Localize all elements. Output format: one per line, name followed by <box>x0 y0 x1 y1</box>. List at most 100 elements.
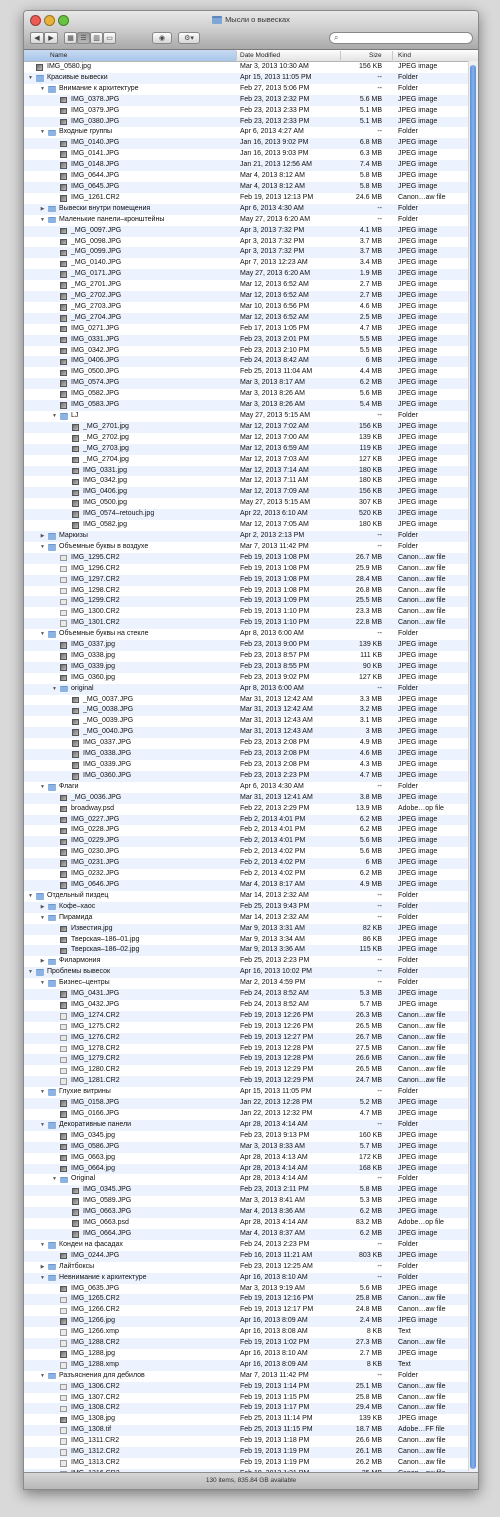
file-row[interactable]: IMG_0664.jpg Apr 28, 2013 4:14 AM 168 KB JP… <box>24 1163 478 1175</box>
file-row[interactable]: _MG_2702.JPG Mar 12, 2013 6:52 AM 2.7 MB JP… <box>24 291 478 302</box>
file-row[interactable]: IMG_0229.JPG Feb 2, 2013 4:01 PM 5.6 MB JPE… <box>24 836 478 848</box>
file-row[interactable]: IMG_1308.jpg Feb 25, 2013 11:14 PM 139 KB J… <box>24 1414 478 1425</box>
folder-row[interactable]: ▶ Кофе–хаос Feb 25, 2013 9:43 PM -- Folder <box>24 901 478 913</box>
file-row[interactable]: IMG_1276.CR2 Feb 19, 2013 12:27 PM 26.7 MB… <box>24 1032 478 1044</box>
file-row[interactable]: IMG_0664.JPG Mar 4, 2013 8:37 AM 6.2 MB JPE… <box>24 1228 478 1240</box>
file-row[interactable]: IMG_0582.jpg Mar 12, 2013 7:05 AM 180 KB JP… <box>24 520 478 531</box>
file-row[interactable]: IMG_1275.CR2 Feb 19, 2013 12:26 PM 26.5 MB… <box>24 1022 478 1033</box>
file-row[interactable]: IMG_0663.JPG Mar 4, 2013 8:36 AM 6.2 MB JPE… <box>24 1207 478 1219</box>
file-row[interactable]: IMG_0380.JPG Feb 23, 2013 2:33 PM 5.1 MB JP… <box>24 116 478 128</box>
file-row[interactable]: _MG_0099.JPG Apr 3, 2013 7:32 PM 3.7 MB JPE… <box>24 247 478 259</box>
folder-row[interactable]: ▼ Original Apr 28, 2013 4:14 AM -- Folder <box>24 1174 478 1185</box>
file-row[interactable]: IMG_1307.CR2 Feb 19, 2013 1:15 PM 25.8 MB C… <box>24 1393 478 1404</box>
file-row[interactable]: IMG_0140.JPG Jan 16, 2013 9:02 PM 6.8 MB JP… <box>24 138 478 150</box>
disclosure-open-icon[interactable]: ▼ <box>39 215 46 226</box>
file-row[interactable]: IMG_0635.JPG Mar 3, 2013 9:19 AM 5.6 MB JPE… <box>24 1284 478 1295</box>
folder-row[interactable]: ▼ Глухие витрины Apr 15, 2013 11:05 PM -- Fo… <box>24 1087 478 1098</box>
file-row[interactable]: IMG_0331.JPG Feb 23, 2013 2:01 PM 5.5 MB JP… <box>24 334 478 346</box>
disclosure-open-icon[interactable]: ▼ <box>39 978 46 989</box>
file-row[interactable]: IMG_0360.jpg Feb 23, 2013 9:02 PM 127 KB JP… <box>24 673 478 684</box>
file-row[interactable]: IMG_1279.CR2 Feb 19, 2013 12:28 PM 26.6 MB… <box>24 1054 478 1066</box>
folder-row[interactable]: ▶ Маркизы Apr 2, 2013 2:13 PM -- Folder <box>24 530 478 542</box>
file-row[interactable]: IMG_0646.JPG Mar 4, 2013 8:17 AM 4.9 MB JPE… <box>24 879 478 891</box>
zoom-button[interactable] <box>58 15 69 26</box>
column-kind-header[interactable]: Kind <box>398 51 411 60</box>
scrollbar-thumb[interactable] <box>470 65 476 1469</box>
file-row[interactable]: IMG_0337.JPG Feb 23, 2013 2:08 PM 4.9 MB JP… <box>24 738 478 749</box>
disclosure-open-icon[interactable]: ▼ <box>39 127 46 138</box>
file-row[interactable]: IMG_1298.CR2 Feb 19, 2013 1:08 PM 26.8 MB C… <box>24 586 478 597</box>
view-columns-button[interactable]: ▥ <box>90 32 103 44</box>
file-row[interactable]: IMG_0232.JPG Feb 2, 2013 4:02 PM 6.2 MB JPE… <box>24 869 478 880</box>
folder-row[interactable]: ▼ original Apr 8, 2013 6:00 AM -- Folder <box>24 683 478 695</box>
file-row[interactable]: IMG_0582.JPG Mar 3, 2013 8:26 AM 5.6 MB JPE… <box>24 389 478 400</box>
disclosure-open-icon[interactable]: ▼ <box>39 542 46 553</box>
folder-row[interactable]: ▼ Пирамида Mar 14, 2013 2:32 AM -- Folder <box>24 913 478 924</box>
column-divider[interactable] <box>392 51 393 60</box>
view-icon-button[interactable]: ▦ <box>64 32 77 44</box>
file-row[interactable]: IMG_1301.CR2 Feb 19, 2013 1:10 PM 22.8 MB C… <box>24 618 478 630</box>
file-row[interactable]: IMG_0500.JPG Feb 25, 2013 11:04 AM 4.4 MB J… <box>24 367 478 378</box>
file-row[interactable]: IMG_1280.CR2 Feb 19, 2013 12:29 PM 26.5 MB… <box>24 1065 478 1076</box>
file-row[interactable]: IMG_0379.JPG Feb 23, 2013 2:33 PM 5.1 MB JP… <box>24 106 478 117</box>
file-row[interactable]: IMG_0141.JPG Jan 16, 2013 9:03 PM 6.3 MB JP… <box>24 149 478 160</box>
folder-row[interactable]: ▼ Флаги Apr 6, 2013 4:30 AM -- Folder <box>24 782 478 793</box>
file-row[interactable]: IMG_0331.jpg Mar 12, 2013 7:14 AM 180 KB JP… <box>24 465 478 477</box>
file-row[interactable]: _MG_0037.JPG Mar 31, 2013 12:42 AM 3.3 MB J… <box>24 695 478 706</box>
folder-row[interactable]: ▼ Объемные буквы в воздухе Mar 7, 2013 11:… <box>24 542 478 553</box>
back-button[interactable]: ◀ <box>30 32 44 44</box>
file-row[interactable]: IMG_1266.jpg Apr 16, 2013 8:09 AM 2.4 MB JP… <box>24 1316 478 1328</box>
file-row[interactable]: IMG_1265.CR2 Feb 19, 2013 12:16 PM 25.8 MB… <box>24 1294 478 1306</box>
column-divider[interactable] <box>340 51 341 60</box>
file-row[interactable]: IMG_0663.jpg Apr 28, 2013 4:13 AM 172 KB JP… <box>24 1153 478 1164</box>
file-row[interactable]: IMG_0338.JPG Feb 23, 2013 2:08 PM 4.6 MB JP… <box>24 749 478 760</box>
folder-row[interactable]: ▼ Невнимание к архитектуре Apr 16, 2013 8:… <box>24 1272 478 1284</box>
file-row[interactable]: _MG_2702.jpg Mar 12, 2013 7:00 AM 139 KB JP… <box>24 433 478 444</box>
file-row[interactable]: IMG_1296.CR2 Feb 19, 2013 1:08 PM 25.9 MB C… <box>24 564 478 575</box>
file-row[interactable]: IMG_0406.jpg Mar 12, 2013 7:09 AM 156 KB JP… <box>24 487 478 499</box>
folder-row[interactable]: ▼ Разъяснения для дебилов Mar 7, 2013 11:4… <box>24 1371 478 1382</box>
search-input[interactable]: ⌕ <box>329 32 473 44</box>
file-row[interactable]: IMG_1308.CR2 Feb 19, 2013 1:17 PM 29.4 MB C… <box>24 1403 478 1415</box>
disclosure-closed-icon[interactable]: ▶ <box>39 1262 46 1273</box>
file-row[interactable]: IMG_0432.JPG Feb 24, 2013 8:52 AM 5.7 MB JP… <box>24 1000 478 1011</box>
file-row[interactable]: broadway.psd Feb 22, 2013 2:29 PM 13.9 MB A… <box>24 804 478 815</box>
file-row[interactable]: IMG_0378.JPG Feb 23, 2013 2:32 PM 5.6 MB JP… <box>24 94 478 106</box>
file-row[interactable]: IMG_0644.JPG Mar 4, 2013 8:12 AM 5.8 MB JPE… <box>24 171 478 182</box>
file-row[interactable]: _MG_2704.jpg Mar 12, 2013 7:03 AM 127 KB JP… <box>24 455 478 466</box>
disclosure-open-icon[interactable]: ▼ <box>51 411 58 422</box>
file-row[interactable]: IMG_0360.JPG Feb 23, 2013 2:23 PM 4.7 MB JP… <box>24 770 478 782</box>
file-row[interactable]: IMG_0244.JPG Feb 16, 2013 11:21 AM 803 KB J… <box>24 1250 478 1262</box>
disclosure-open-icon[interactable]: ▼ <box>39 84 46 95</box>
file-row[interactable]: _MG_0140.JPG Apr 7, 2013 12:23 AM 3.4 MB JP… <box>24 258 478 269</box>
file-row[interactable]: Тверская–186–02.jpg Mar 9, 2013 3:36 AM 11… <box>24 945 478 957</box>
file-row[interactable]: IMG_0158.JPG Jan 22, 2013 12:28 PM 5.2 MB J… <box>24 1098 478 1109</box>
file-row[interactable]: _MG_0039.JPG Mar 31, 2013 12:43 AM 3.1 MB J… <box>24 716 478 727</box>
file-row[interactable]: IMG_0406.JPG Feb 24, 2013 8:42 AM 6 MB JPEG… <box>24 356 478 368</box>
folder-row[interactable]: ▼ Декоративные панели Apr 28, 2013 4:14 AM… <box>24 1119 478 1131</box>
file-row[interactable]: IMG_0500.jpg May 27, 2013 5:15 AM 307 KB JP… <box>24 498 478 509</box>
file-row[interactable]: IMG_0342.JPG Feb 23, 2013 2:10 PM 5.5 MB JP… <box>24 346 478 357</box>
file-row[interactable]: IMG_1274.CR2 Feb 19, 2013 12:26 PM 26.3 MB… <box>24 1010 478 1022</box>
disclosure-open-icon[interactable]: ▼ <box>27 967 34 978</box>
file-row[interactable]: IMG_0230.JPG Feb 2, 2013 4:02 PM 5.6 MB JPE… <box>24 847 478 858</box>
view-coverflow-button[interactable]: ▭ <box>103 32 116 44</box>
disclosure-open-icon[interactable]: ▼ <box>39 1120 46 1131</box>
folder-row[interactable]: ▶ Вывески внутри помещения Apr 6, 2013 4:3… <box>24 203 478 215</box>
disclosure-open-icon[interactable]: ▼ <box>39 629 46 640</box>
folder-row[interactable]: ▼ Объемные буквы на стекле Apr 8, 2013 6:0… <box>24 629 478 640</box>
disclosure-open-icon[interactable]: ▼ <box>39 1273 46 1284</box>
file-row[interactable]: IMG_0345.jpg Feb 23, 2013 9:13 PM 160 KB JP… <box>24 1131 478 1142</box>
disclosure-closed-icon[interactable]: ▶ <box>39 956 46 967</box>
file-row[interactable]: IMG_0231.JPG Feb 2, 2013 4:02 PM 6 MB JPEG … <box>24 858 478 870</box>
folder-row[interactable]: ▼ Внимание к архитектуре Feb 27, 2013 5:06… <box>24 84 478 95</box>
file-row[interactable]: _MG_2701.JPG Mar 12, 2013 6:52 AM 2.7 MB JP… <box>24 280 478 291</box>
disclosure-open-icon[interactable]: ▼ <box>51 1174 58 1185</box>
folder-row[interactable]: ▼ LJ May 27, 2013 5:15 AM -- Folder <box>24 411 478 422</box>
file-row[interactable]: Тверская–186–01.jpg Mar 9, 2013 3:34 AM 86… <box>24 935 478 946</box>
folder-row[interactable]: ▶ Лайтбоксы Feb 23, 2013 12:25 AM -- Folder <box>24 1262 478 1273</box>
file-row[interactable]: IMG_0271.JPG Feb 17, 2013 1:05 PM 4.7 MB JP… <box>24 324 478 335</box>
file-row[interactable]: _MG_2701.jpg Mar 12, 2013 7:02 AM 156 KB JP… <box>24 421 478 433</box>
file-row[interactable]: IMG_0345.JPG Feb 23, 2013 2:11 PM 5.8 MB JP… <box>24 1185 478 1197</box>
folder-row[interactable]: ▼ Кондеи на фасадах Feb 24, 2013 2:23 PM --… <box>24 1240 478 1251</box>
